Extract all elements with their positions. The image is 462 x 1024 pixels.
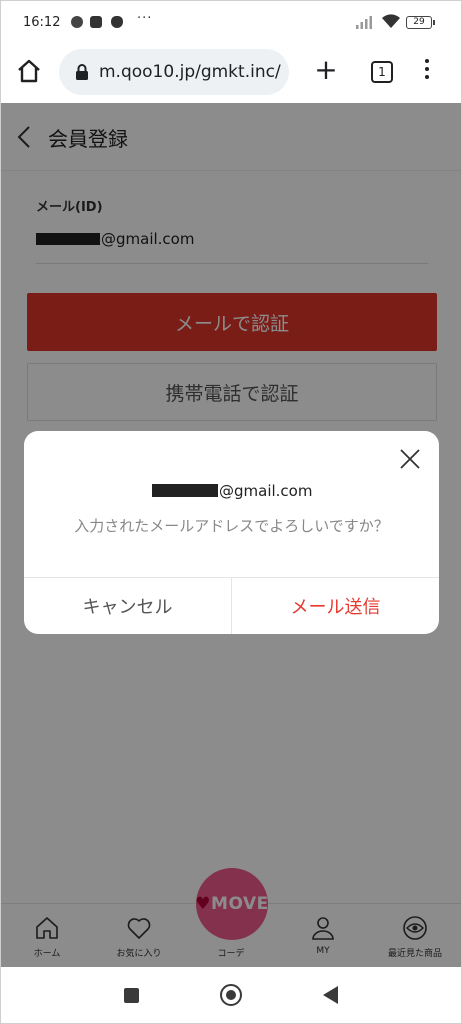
line-icon <box>71 16 83 28</box>
close-icon[interactable] <box>398 447 422 471</box>
wifi-icon <box>382 14 400 28</box>
address-bar[interactable]: m.qoo10.jp/gmkt.inc/ <box>59 49 289 95</box>
new-tab-button[interactable]: + <box>311 56 341 86</box>
home-icon[interactable] <box>15 57 43 85</box>
tab-switcher-button[interactable]: 1 <box>371 61 393 83</box>
system-nav-bar <box>1 967 461 1023</box>
home-button[interactable] <box>220 984 242 1006</box>
signal-icon <box>356 16 372 29</box>
browser-menu-button[interactable] <box>417 57 437 87</box>
recents-button[interactable] <box>124 988 139 1003</box>
more-notifications-icon: ··· <box>137 11 153 26</box>
status-time: 16:12 <box>23 15 61 30</box>
back-button[interactable] <box>323 986 338 1004</box>
cancel-button[interactable]: キャンセル <box>24 578 231 634</box>
browser-toolbar: m.qoo10.jp/gmkt.inc/ + 1 <box>1 41 461 103</box>
status-bar: 16:12 ··· 29 <box>1 1 461 41</box>
battery-icon: 29 <box>406 16 435 29</box>
lock-icon <box>76 64 88 80</box>
cat-icon <box>111 16 123 28</box>
youtube-icon <box>90 16 102 28</box>
dialog-email: @gmail.com <box>219 482 313 500</box>
confirm-email-dialog: @gmail.com 入力されたメールアドレスでよろしいですか？ キャンセル メ… <box>24 431 439 634</box>
url-text: m.qoo10.jp/gmkt.inc/ <box>99 62 281 82</box>
email-redacted-block <box>152 484 218 497</box>
send-email-button[interactable]: メール送信 <box>232 578 439 634</box>
dialog-question: 入力されたメールアドレスでよろしいですか？ <box>74 517 389 535</box>
